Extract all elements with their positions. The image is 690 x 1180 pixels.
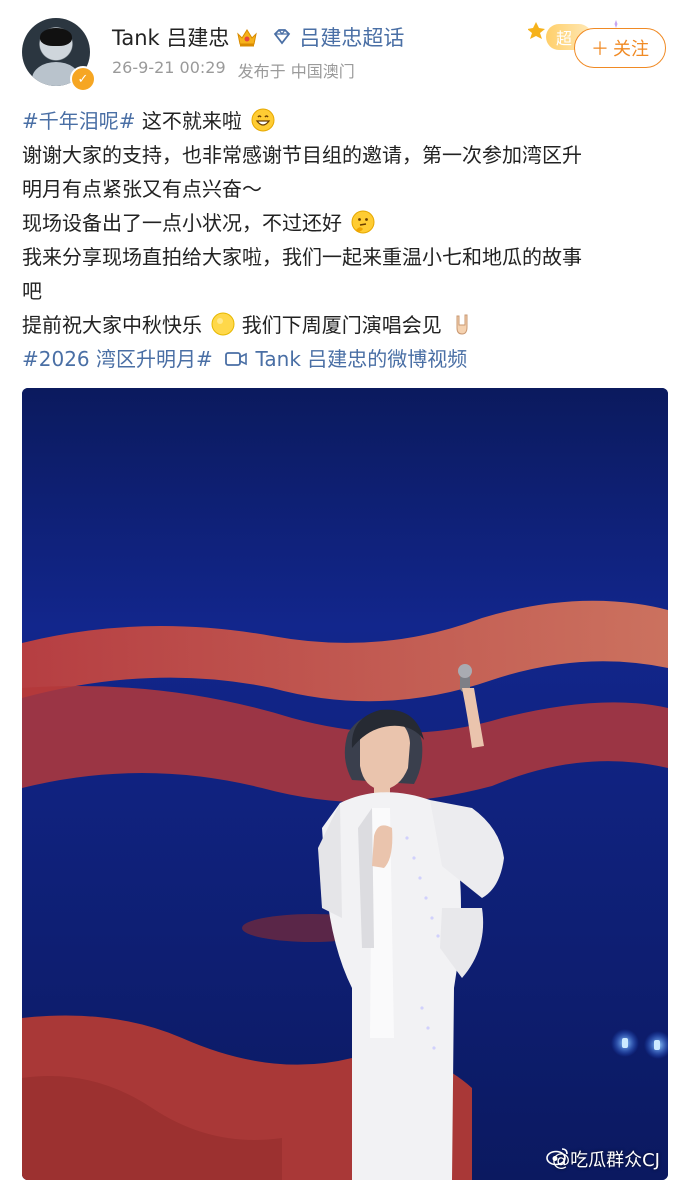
- timestamp: 26-9-21 00:29: [112, 58, 226, 77]
- video-icon: [225, 344, 247, 366]
- diamond-icon: [271, 26, 293, 48]
- follow-button[interactable]: ＋ 关注: [574, 28, 666, 68]
- name-row: Tank 吕建忠 吕建忠超话: [112, 20, 404, 54]
- post-meta: 26-9-21 00:29 发布于 中国澳门: [112, 58, 355, 82]
- post-line-5: 我来分享现场直拍给大家啦，我们一起来重温小七和地瓜的故事: [22, 245, 582, 269]
- video-link[interactable]: Tank 吕建忠的微博视频: [256, 347, 468, 371]
- verified-badge-icon: ✓: [70, 66, 96, 92]
- post-header: ✓ Tank 吕建忠 吕建忠超话 26-9-21 00:29 发布于 中国澳门: [0, 0, 690, 100]
- avatar-hair: [40, 28, 72, 46]
- post-line-4: 现场设备出了一点小状况，不过还好: [22, 206, 662, 240]
- location: 中国澳门: [290, 62, 355, 81]
- post-text: 现场设备出了一点小状况，不过还好: [22, 211, 342, 235]
- posted-from-label: 发布于: [237, 62, 286, 81]
- stage-scene: [22, 388, 668, 1180]
- plus-icon: ＋: [591, 39, 609, 60]
- super-badge-text: 超: [556, 29, 572, 48]
- thinking-emoji-icon: [351, 210, 375, 234]
- post-line-6: 吧: [22, 279, 42, 303]
- post-text: 我们下周厦门演唱会见: [241, 313, 442, 337]
- video-thumbnail[interactable]: @吃瓜群众CJ: [22, 388, 668, 1180]
- grin-emoji-icon: [251, 108, 275, 132]
- post-body: #千年泪呢# 这不就来啦 谢谢大家的支持，也非常感谢节目组的邀请，第一次参加湾区…: [22, 104, 662, 376]
- post-line-1: #千年泪呢# 这不就来啦: [22, 104, 662, 138]
- post-line-2: 谢谢大家的支持，也非常感谢节目组的邀请，第一次参加湾区升: [22, 143, 582, 167]
- hashtag-link[interactable]: #千年泪呢#: [22, 109, 136, 133]
- post-line-7: 提前祝大家中秋快乐 我们下周厦门演唱会见: [22, 308, 662, 342]
- post-text: 提前祝大家中秋快乐: [22, 313, 202, 337]
- crown-icon: [235, 26, 259, 48]
- post-line-8: #2026 湾区升明月# Tank 吕建忠的微博视频: [22, 342, 662, 376]
- super-topic-link[interactable]: 吕建忠超话: [299, 22, 404, 52]
- username[interactable]: Tank 吕建忠: [112, 22, 229, 52]
- follow-button-label: 关注: [613, 39, 649, 60]
- post-line-3: 明月有点紧张又有点兴奋～: [22, 177, 262, 201]
- post-text: 这不就来啦: [141, 109, 242, 133]
- moon-emoji-icon: [211, 312, 235, 336]
- hashtag-link[interactable]: #2026 湾区升明月#: [22, 347, 213, 371]
- rock-hand-emoji-icon: [451, 312, 475, 336]
- watermark: @吃瓜群众CJ: [546, 1146, 660, 1172]
